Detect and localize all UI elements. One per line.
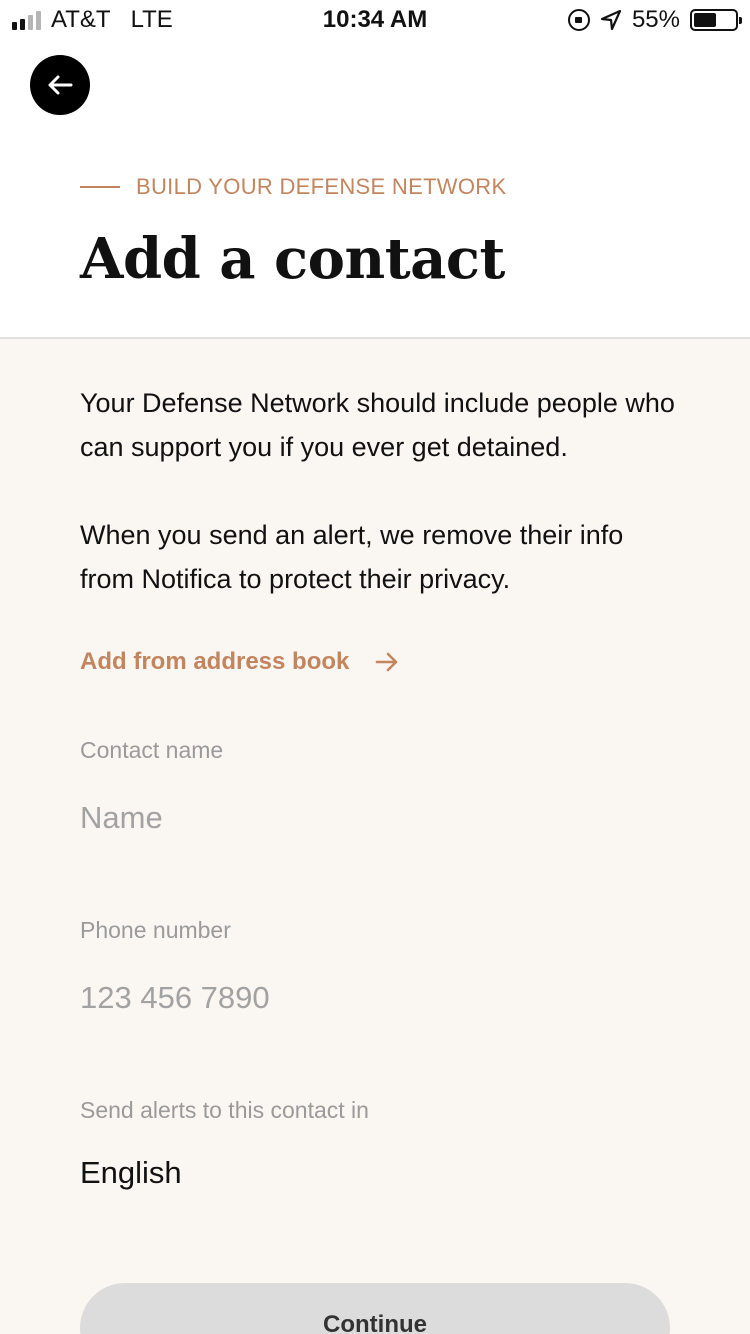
phone-number-label: Phone number	[80, 917, 231, 943]
back-button[interactable]	[30, 55, 90, 115]
content-panel: Your Defense Network should include peop…	[0, 337, 750, 1334]
location-arrow-icon	[600, 9, 622, 31]
address-book-link-label: Add from address book	[80, 648, 350, 675]
privacy-paragraph: When you send an alert, we remove their …	[80, 520, 624, 594]
eyebrow-divider-line	[80, 186, 120, 188]
contact-name-input[interactable]	[80, 794, 670, 842]
rotation-lock-icon	[567, 9, 590, 31]
eyebrow-text: BUILD YOUR DEFENSE NETWORK	[136, 174, 507, 199]
alert-language-select[interactable]: English	[80, 1155, 182, 1191]
intro-paragraph: Your Defense Network should include peop…	[80, 388, 675, 462]
alert-language-label: Send alerts to this contact in	[80, 1097, 369, 1123]
continue-button[interactable]: Continue	[80, 1283, 670, 1334]
contact-name-label: Contact name	[80, 737, 224, 763]
status-right: 55%	[567, 6, 742, 34]
battery-percent: 55%	[631, 6, 680, 33]
arrow-right-icon	[376, 652, 398, 672]
section-eyebrow: BUILD YOUR DEFENSE NETWORK	[80, 174, 506, 200]
arrow-left-icon	[48, 75, 73, 95]
page-title: Add a contact	[80, 226, 505, 292]
phone-number-input[interactable]	[80, 974, 670, 1022]
battery-icon	[690, 9, 742, 31]
status-bar: AT&T LTE 10:34 AM 55%	[0, 0, 750, 40]
add-from-address-book-link[interactable]: Add from address book	[80, 648, 399, 676]
battery-level	[694, 13, 716, 27]
